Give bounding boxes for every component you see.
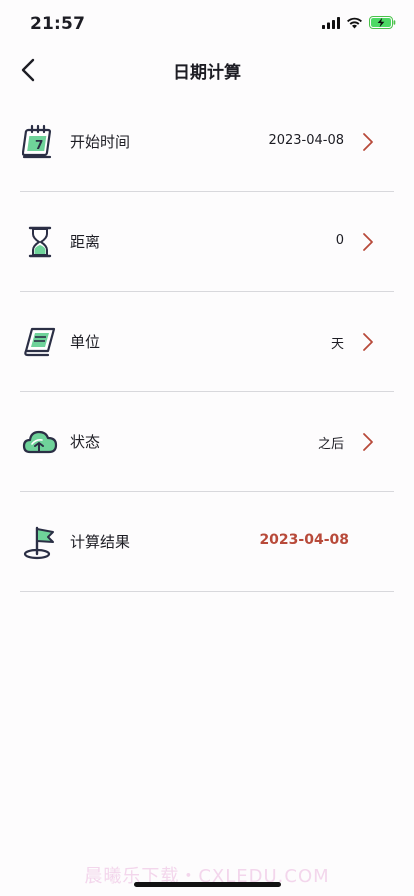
status-icons — [322, 16, 396, 29]
row-status[interactable]: 状态 之后 — [20, 392, 394, 492]
status-value: 之后 — [317, 437, 344, 452]
row-distance[interactable]: 距离 0 — [20, 192, 394, 292]
page-title: 日期计算 — [173, 63, 241, 83]
row-label: 距离 — [70, 233, 101, 251]
battery-charging-icon — [369, 16, 396, 29]
settings-list: 7 开始时间 2023-04-08 距离 0 单位 天 状态 之后 计算结果 2… — [20, 92, 394, 592]
chevron-right-icon — [363, 333, 373, 351]
status-time: 21:57 — [30, 14, 86, 34]
row-unit[interactable]: 单位 天 — [20, 292, 394, 392]
row-start-time[interactable]: 7 开始时间 2023-04-08 — [20, 92, 394, 192]
row-result: 计算结果 2023-04-08 — [20, 492, 394, 592]
wifi-icon — [347, 17, 362, 28]
nav-bar: 日期计算 — [0, 48, 414, 92]
cloud-icon — [22, 430, 58, 454]
home-indicator[interactable] — [134, 882, 281, 887]
notebook-icon — [24, 327, 56, 357]
screen: 21:57 日期计算 7 开始时间 2023-04-08 距离 0 单位 天 状… — [0, 0, 414, 896]
calendar-icon: 7 — [22, 124, 52, 159]
unit-value: 天 — [330, 337, 344, 352]
hourglass-icon — [28, 226, 52, 258]
start-date-value: 2023-04-08 — [268, 133, 344, 148]
svg-text:7: 7 — [35, 138, 43, 152]
row-label: 计算结果 — [70, 533, 131, 551]
chevron-right-icon — [363, 133, 373, 151]
flag-icon — [23, 526, 54, 560]
chevron-right-icon — [363, 233, 373, 251]
chevron-right-icon — [363, 433, 373, 451]
distance-value: 0 — [335, 233, 344, 248]
row-label: 开始时间 — [70, 133, 131, 151]
row-label: 状态 — [70, 433, 101, 451]
result-value: 2023-04-08 — [259, 532, 349, 548]
row-label: 单位 — [70, 333, 101, 351]
cellular-signal-icon — [322, 16, 340, 29]
status-bar: 21:57 — [0, 0, 414, 48]
